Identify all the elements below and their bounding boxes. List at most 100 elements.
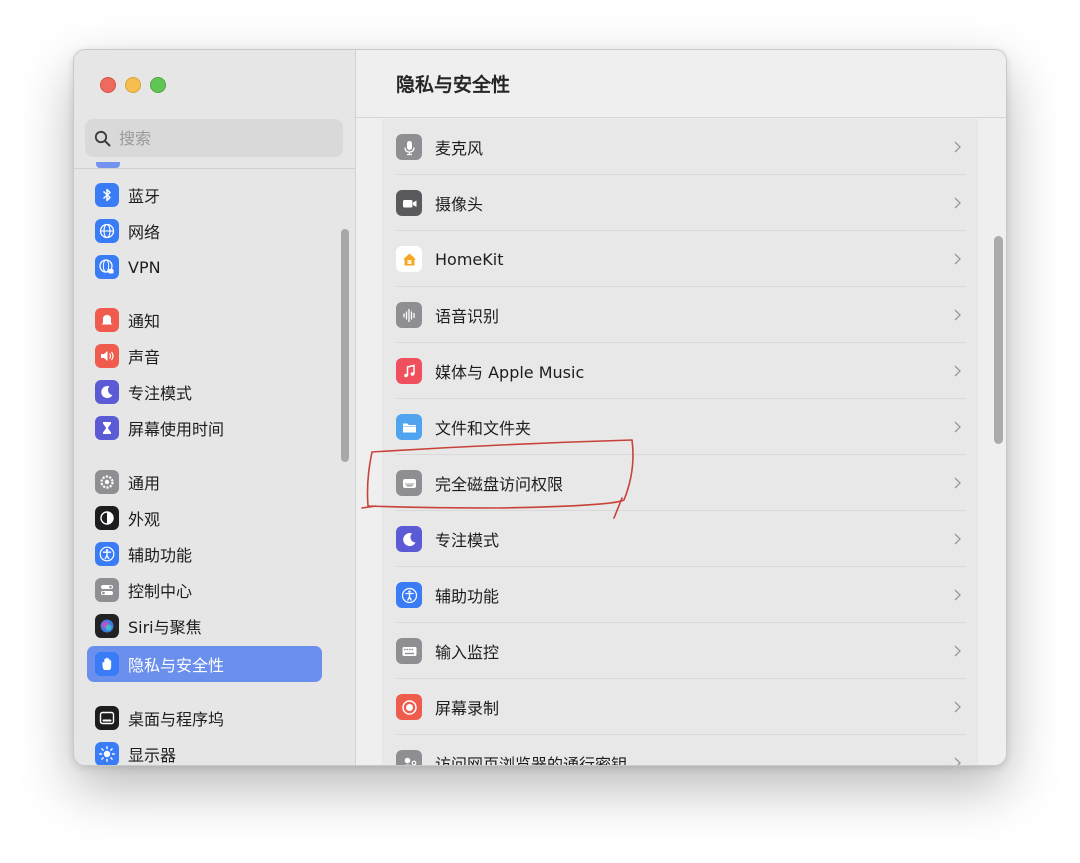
chevron-right-icon	[954, 645, 961, 657]
sidebar-item-label: 隐私与安全性	[128, 656, 225, 675]
home-icon	[396, 246, 422, 272]
camera-icon	[396, 190, 422, 216]
sidebar-item-label: 屏幕使用时间	[128, 420, 225, 439]
close-button[interactable]	[100, 77, 116, 93]
search-input[interactable]	[119, 128, 319, 148]
main-pane: 隐私与安全性 麦克风 摄像头 HomeKit 语音识别 媒体与 Apple Mu…	[356, 50, 1006, 766]
siri-icon	[95, 614, 119, 638]
settings-window: 蓝牙 网络 VPN 通知	[73, 49, 1007, 766]
row-label: 媒体与 Apple Music	[435, 363, 585, 382]
row-browser-passkeys[interactable]: 访问网页浏览器的通行密钥	[382, 735, 978, 766]
sidebar-item-siri[interactable]: Siri与聚焦	[87, 608, 322, 644]
row-files-folders[interactable]: 文件和文件夹	[382, 399, 978, 455]
row-accessibility[interactable]: 辅助功能	[382, 567, 978, 623]
toggles-icon	[95, 578, 119, 602]
sidebar-item-label: VPN	[128, 257, 161, 277]
main-scrollbar[interactable]	[994, 236, 1003, 444]
row-speech-recognition[interactable]: 语音识别	[382, 287, 978, 343]
sidebar-item-desktop-dock[interactable]: 桌面与程序坞	[87, 700, 322, 736]
row-input-monitoring[interactable]: 输入监控	[382, 623, 978, 679]
row-label: 辅助功能	[435, 587, 500, 606]
row-camera[interactable]: 摄像头	[382, 175, 978, 231]
sidebar-item-network[interactable]: 网络	[87, 213, 322, 249]
row-label: 输入监控	[435, 643, 500, 662]
sidebar-item-focus[interactable]: 专注模式	[87, 374, 322, 410]
chevron-right-icon	[954, 309, 961, 321]
speaker-icon	[95, 344, 119, 368]
sidebar-item-label: 网络	[128, 223, 161, 242]
sidebar-item-label: 专注模式	[128, 384, 193, 403]
dock-icon	[95, 706, 119, 730]
row-full-disk-access[interactable]: 完全磁盘访问权限	[382, 455, 978, 511]
sidebar-item-appearance[interactable]: 外观	[87, 500, 322, 536]
chevron-right-icon	[954, 141, 961, 153]
sidebar-item-label: Siri与聚焦	[128, 618, 202, 637]
sidebar: 蓝牙 网络 VPN 通知	[74, 50, 356, 765]
chevron-right-icon	[954, 477, 961, 489]
row-label: HomeKit	[435, 249, 504, 269]
person-key-icon	[396, 750, 422, 765]
sidebar-item-label: 显示器	[128, 746, 177, 765]
sun-icon	[95, 742, 119, 765]
sidebar-scrollbar[interactable]	[341, 229, 349, 462]
sidebar-item-label: 外观	[128, 510, 161, 529]
sidebar-item-bluetooth[interactable]: 蓝牙	[87, 177, 322, 213]
sidebar-item-privacy-security[interactable]: 隐私与安全性	[87, 646, 322, 682]
appearance-icon	[95, 506, 119, 530]
search-icon	[94, 130, 111, 146]
gear-icon	[95, 470, 119, 494]
sidebar-divider	[74, 168, 355, 169]
main-header: 隐私与安全性	[356, 50, 1006, 118]
chevron-right-icon	[954, 197, 961, 209]
waveform-icon	[396, 302, 422, 328]
sidebar-item-displays[interactable]: 显示器	[87, 736, 322, 765]
globe-icon	[95, 219, 119, 243]
chevron-right-icon	[954, 757, 961, 765]
privacy-list: 麦克风 摄像头 HomeKit 语音识别 媒体与 Apple Music 文件和…	[382, 119, 978, 766]
row-label: 完全磁盘访问权限	[435, 475, 564, 494]
zoom-button[interactable]	[150, 77, 166, 93]
microphone-icon	[396, 134, 422, 160]
sidebar-item-label: 辅助功能	[128, 546, 193, 565]
sidebar-item-label: 桌面与程序坞	[128, 710, 225, 729]
row-microphone[interactable]: 麦克风	[382, 119, 978, 175]
row-label: 专注模式	[435, 531, 500, 550]
keyboard-icon	[396, 638, 422, 664]
row-homekit[interactable]: HomeKit	[382, 231, 978, 287]
page-title: 隐私与安全性	[396, 74, 511, 96]
hand-icon	[95, 652, 119, 676]
window-controls	[100, 77, 166, 93]
sidebar-item-accessibility[interactable]: 辅助功能	[87, 536, 322, 572]
moon-icon	[396, 526, 422, 552]
row-label: 摄像头	[435, 195, 484, 214]
row-label: 访问网页浏览器的通行密钥	[435, 755, 628, 766]
bell-icon	[95, 308, 119, 332]
record-icon	[396, 694, 422, 720]
chevron-right-icon	[954, 365, 961, 377]
sidebar-item-vpn[interactable]: VPN	[87, 249, 322, 285]
sidebar-item-label: 通知	[128, 312, 161, 331]
sidebar-item-general[interactable]: 通用	[87, 464, 322, 500]
music-note-icon	[396, 358, 422, 384]
row-label: 屏幕录制	[435, 699, 500, 718]
row-media-apple-music[interactable]: 媒体与 Apple Music	[382, 343, 978, 399]
row-label: 语音识别	[435, 307, 500, 326]
sidebar-item-label: 声音	[128, 348, 161, 367]
chevron-right-icon	[954, 589, 961, 601]
hourglass-icon	[95, 416, 119, 440]
sidebar-item-notifications[interactable]: 通知	[87, 302, 322, 338]
row-screen-recording[interactable]: 屏幕录制	[382, 679, 978, 735]
sidebar-item-sound[interactable]: 声音	[87, 338, 322, 374]
sidebar-item-label: 通用	[128, 474, 161, 493]
sidebar-item-control-center[interactable]: 控制中心	[87, 572, 322, 608]
row-focus[interactable]: 专注模式	[382, 511, 978, 567]
minimize-button[interactable]	[125, 77, 141, 93]
sidebar-item-label: 蓝牙	[128, 187, 161, 206]
chevron-right-icon	[954, 533, 961, 545]
sidebar-item-screen-time[interactable]: 屏幕使用时间	[87, 410, 322, 446]
sidebar-item-label: 控制中心	[128, 582, 193, 601]
accessibility-icon	[95, 542, 119, 566]
row-label: 文件和文件夹	[435, 419, 532, 438]
accessibility-icon	[396, 582, 422, 608]
search-field[interactable]	[85, 119, 343, 157]
